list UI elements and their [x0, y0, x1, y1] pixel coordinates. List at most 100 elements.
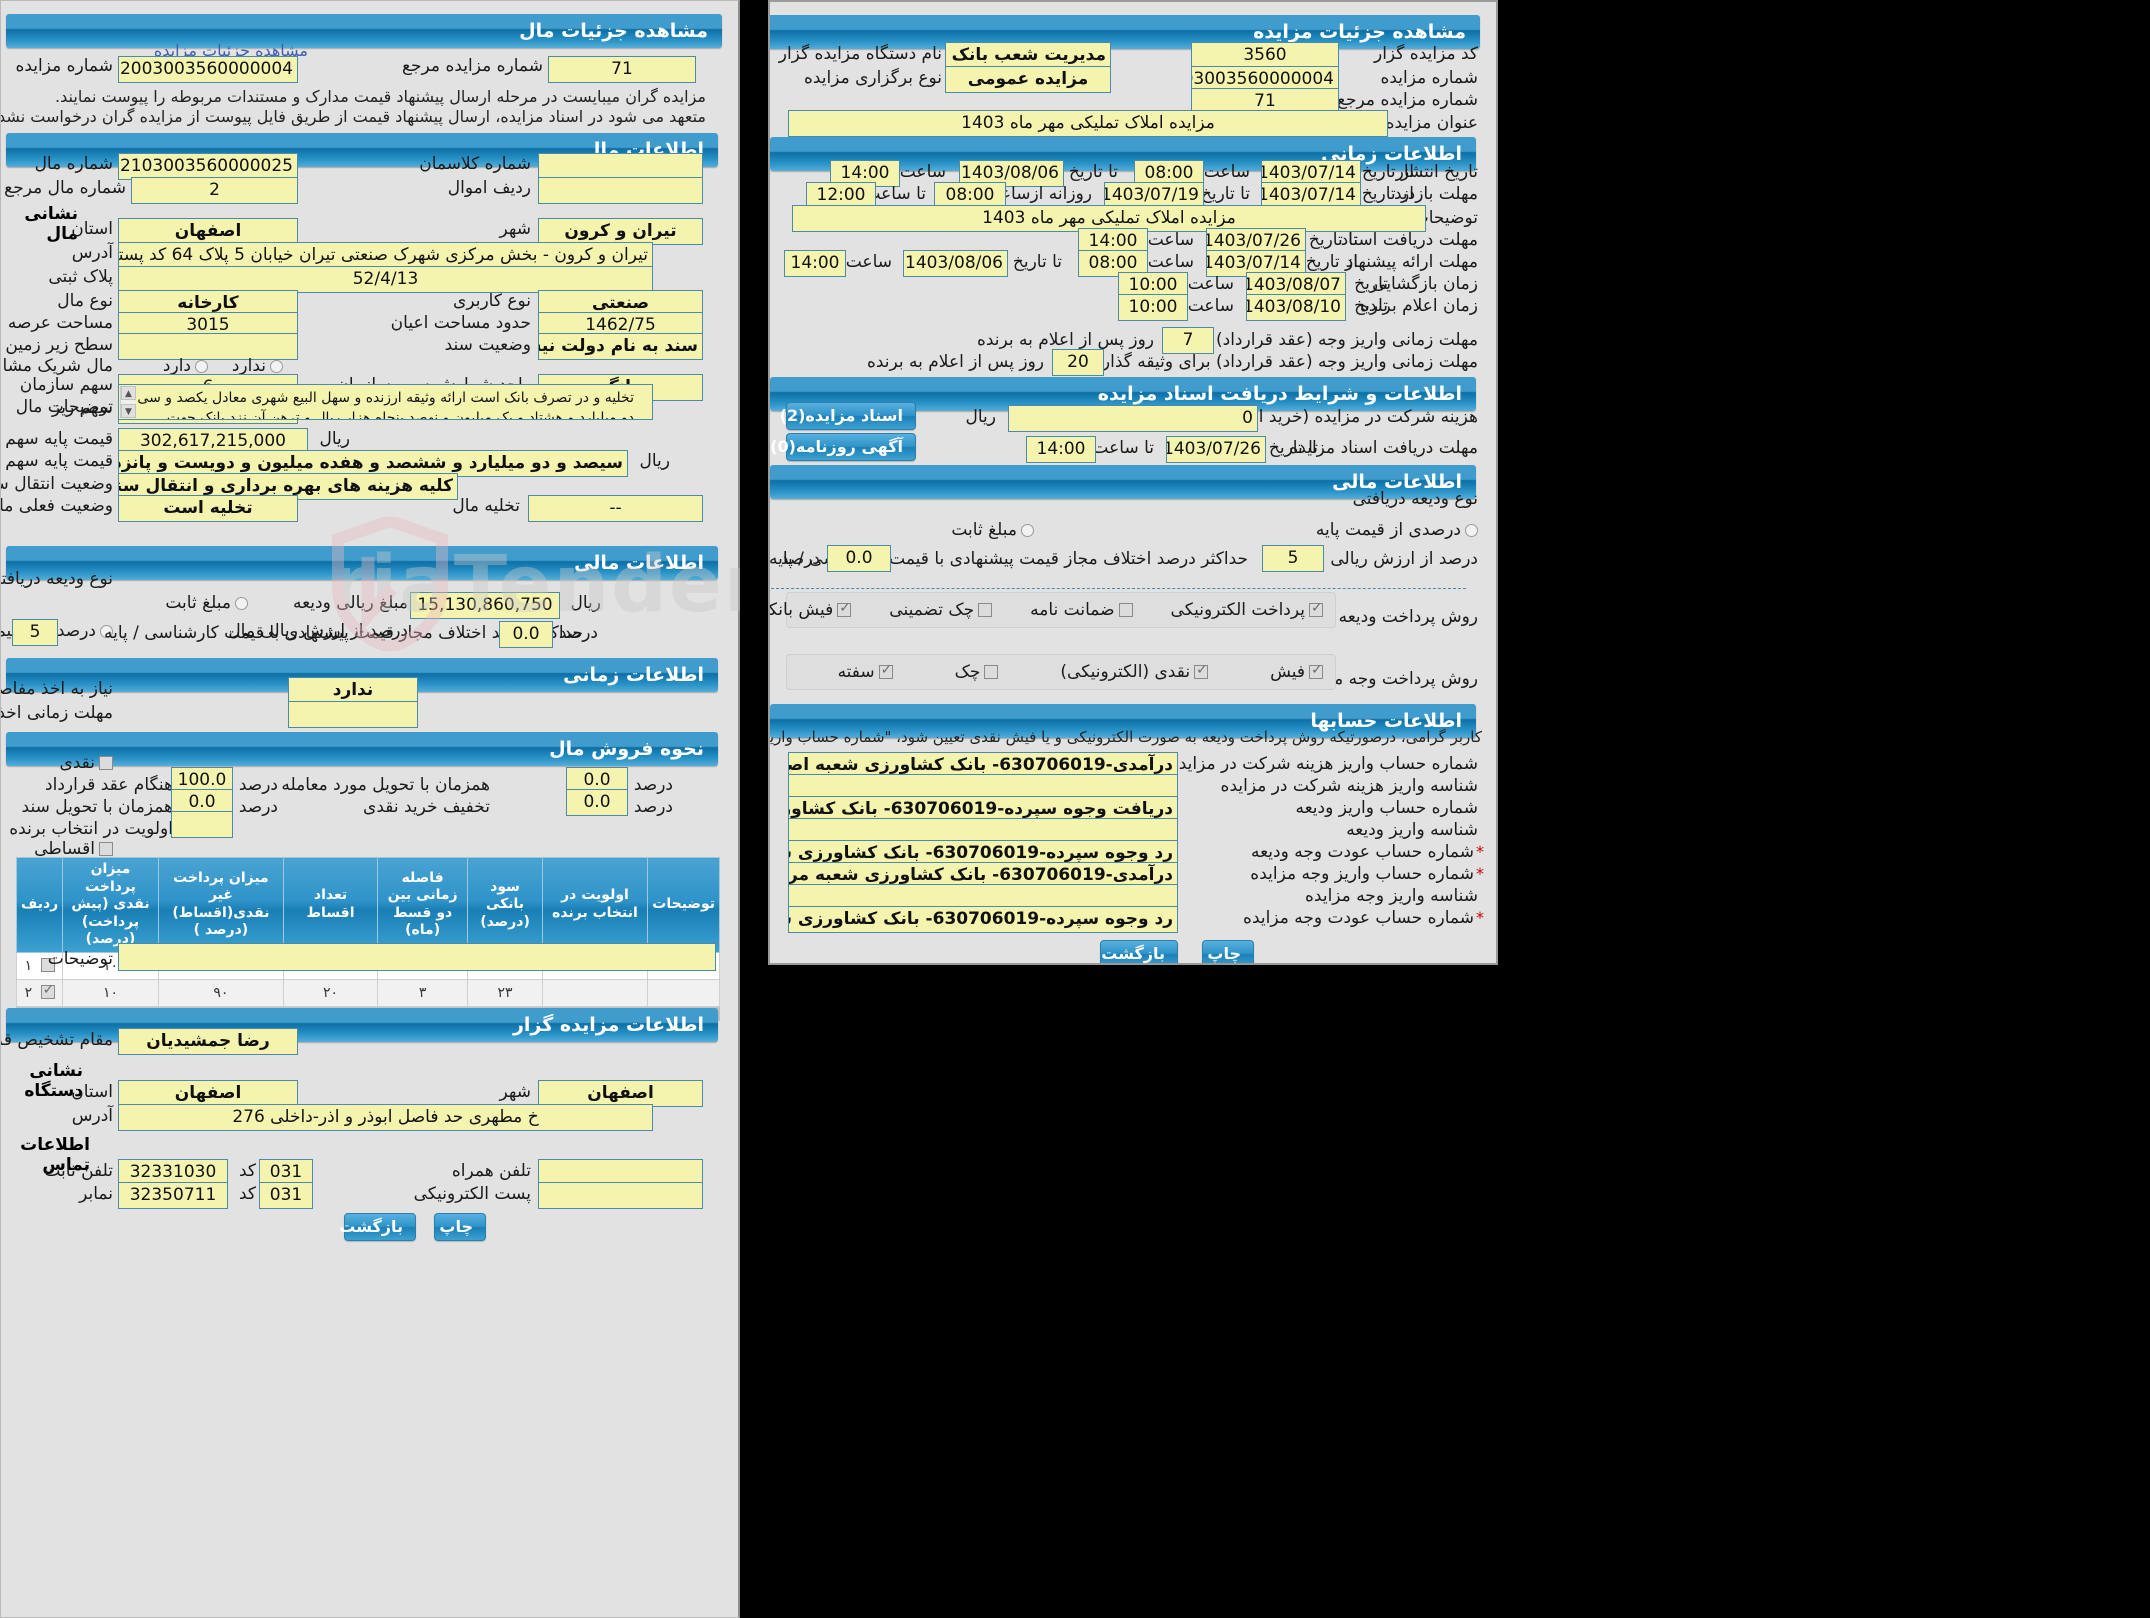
org-city-value[interactable]: اصفهان	[538, 1080, 703, 1107]
auction-no-value[interactable]: 2003003560000004	[118, 56, 298, 83]
check-label: چک	[954, 662, 981, 682]
property-desc-textarea[interactable]: تخلیه و در تصرف بانک است ارائه وثیقه ارز…	[118, 384, 653, 420]
scroll-down-arrow-icon[interactable]: ▼	[121, 404, 136, 418]
org-name-value[interactable]: مدیریت شعب بانک کشاورزی	[945, 42, 1111, 69]
current-status-value[interactable]: تخلیه است	[118, 495, 298, 522]
installment-table-wrapper: توضیحات اولویت در انتخاب برنده سود بانکی…	[15, 857, 720, 1021]
authority-value[interactable]: رضا جمشیدیان	[118, 1028, 298, 1055]
max-diff-value[interactable]: 0.0	[499, 621, 553, 648]
province-value[interactable]: اصفهان	[118, 218, 298, 245]
newspaper-ad-button[interactable]: آگهی روزنامه(0)	[770, 433, 916, 461]
deposit-method-electronic[interactable]: پرداخت الکترونیکی	[1171, 600, 1323, 620]
bid-to-time-value[interactable]: 14:00	[784, 250, 846, 277]
shared-radio-has[interactable]	[195, 360, 208, 373]
required-asterisk-5: *	[1476, 864, 1484, 883]
org-address-value[interactable]: خ مطهری حد فاصل ابوذر و اذر-داخلی 276	[118, 1104, 653, 1131]
cash-electronic-checkbox[interactable]	[1194, 662, 1209, 679]
left-page-title: مشاهده جزئیات مال	[6, 14, 722, 48]
fax-code-label: کد	[238, 1184, 256, 1204]
email-value[interactable]	[538, 1182, 703, 1209]
auction-type-value[interactable]: مزایده عمومی	[945, 66, 1111, 93]
doc-deadline-time-value[interactable]: 14:00	[1026, 436, 1096, 463]
org-share-label: سهم سازمان	[19, 375, 113, 395]
electronic-payment-checkbox[interactable]	[1309, 600, 1323, 617]
fax-code-value[interactable]: 031	[259, 1182, 313, 1209]
deposit-method-bank-slip[interactable]: فیش بانکی	[770, 600, 852, 620]
bank-slip-checkbox[interactable]	[837, 600, 852, 617]
installment-checkbox[interactable]	[99, 842, 113, 856]
auction-documents-button[interactable]: اسناد مزایده(2)	[780, 402, 916, 430]
fixed-amount-radio[interactable]	[235, 597, 248, 610]
assets-row-value[interactable]	[538, 177, 703, 204]
winner-time-label: ساعت	[1187, 296, 1234, 316]
left-back-button[interactable]: بازگشت	[339, 1213, 416, 1241]
plate-value[interactable]: 52/4/13	[118, 266, 653, 293]
classman-no-value[interactable]	[538, 153, 703, 180]
promissory-note-checkbox[interactable]	[878, 662, 893, 679]
auction-payment-promissory[interactable]: سفته	[838, 662, 893, 682]
guarantee-checkbox[interactable]	[1118, 603, 1133, 617]
bid-to-value[interactable]: 1403/08/06	[903, 250, 1008, 277]
cash-discount-value[interactable]: 0.0	[566, 789, 628, 816]
percent-of-value-input[interactable]: 5	[12, 619, 58, 646]
guaranteed-check-checkbox[interactable]	[978, 603, 993, 617]
bid-from-label: از تاریخ	[1305, 252, 1358, 272]
shared-radio-hasnot[interactable]	[270, 360, 283, 373]
cash-checkbox[interactable]	[99, 756, 113, 770]
at-doc-delivery-label: همزمان با تحویل سند	[21, 797, 173, 817]
doc-cost-value[interactable]: 0	[1008, 405, 1258, 432]
scroll-up-arrow-icon[interactable]: ▲	[121, 386, 136, 400]
current-status-label: وضعیت فعلی مال	[1, 496, 113, 516]
auction-title-value[interactable]: مزایده املاک تملیکی مهر ماه 1403	[788, 110, 1388, 137]
auction-payment-cash[interactable]: نقدی (الکترونیکی)	[1060, 662, 1209, 682]
deposit-rial-value[interactable]: 15,130,860,750	[410, 592, 560, 619]
right-print-button[interactable]: چاپ	[1202, 940, 1254, 963]
right-ref-auction-no-label: شماره مزایده مرجع	[1337, 90, 1478, 110]
org-province-value[interactable]: اصفهان	[118, 1080, 298, 1107]
textarea-scrollbar[interactable]: ▲ ▼	[120, 386, 136, 418]
th-bank-profit: سود بانکی (درصد)	[467, 857, 543, 953]
fax-value[interactable]: 32350711	[118, 1182, 228, 1209]
th-priority: اولویت در انتخاب برنده	[541, 857, 649, 953]
right-back-button[interactable]: بازگشت	[1100, 940, 1178, 963]
deposit-method-check[interactable]: چک تضمینی	[889, 600, 993, 620]
right-max-diff-value[interactable]: 0.0	[827, 545, 891, 572]
vacate-value[interactable]: --	[528, 495, 703, 522]
auction-payment-slip[interactable]: فیش	[1270, 662, 1323, 682]
winner-date-value[interactable]: 1403/08/10	[1246, 294, 1346, 321]
property-no-value[interactable]: 2103003560000025	[118, 153, 298, 180]
left-print-button[interactable]: چاپ	[434, 1213, 486, 1241]
doc-status-value[interactable]: سند به نام دولت نیست	[538, 333, 703, 360]
table-row[interactable]: ۲۳ ۳ ۲۰ ۹۰ ۱۰ ۲	[15, 978, 720, 1007]
winner-time-value[interactable]: 10:00	[1118, 294, 1188, 321]
account-value-7[interactable]: رد وجوه سپرده-630706019- بانک کشاورزی شع…	[788, 906, 1178, 933]
mobile-label: تلفن همراه	[451, 1161, 531, 1181]
auction-payment-check[interactable]: چک	[955, 662, 999, 682]
right-percent-of-value-input[interactable]: 5	[1262, 545, 1324, 572]
row-checkbox[interactable]	[40, 982, 55, 999]
doc-receive-time-label: ساعت	[1147, 230, 1194, 250]
slip-checkbox[interactable]	[1309, 662, 1323, 679]
check-checkbox[interactable]	[984, 665, 999, 679]
right-fixed-amount-radio[interactable]	[1021, 524, 1034, 537]
fax-label: نمابر	[79, 1184, 113, 1204]
at-contract-label: هنگام عقد قرارداد	[45, 775, 173, 795]
deposit-deadline-value[interactable]: 7	[1162, 327, 1214, 354]
city-value[interactable]: تیران و کرون	[538, 218, 703, 245]
deposit-deadline2-value[interactable]: 20	[1052, 349, 1104, 376]
auction-code-value[interactable]: 3560	[1191, 42, 1339, 69]
clearance-deadline-value[interactable]	[288, 701, 418, 728]
address-value[interactable]: تیران و کرون - بخش مرکزی شهرک صنعتی تیرا…	[118, 242, 653, 269]
account-label-2: شماره حساب واریز ودیعه	[1295, 798, 1478, 818]
ref-property-no-value[interactable]: 2	[131, 177, 298, 204]
right-percent-of-base-radio[interactable]	[1465, 524, 1478, 537]
need-clearance-value[interactable]: ندارد	[288, 677, 418, 704]
priority-value[interactable]	[171, 811, 233, 838]
th-cash: میزان پرداخت نقدی (پیش پرداخت) (درصد)	[62, 857, 159, 953]
deposit-method-guarantee[interactable]: ضمانت نامه	[1030, 600, 1133, 620]
bid-to-time-label: ساعت	[845, 252, 892, 272]
comments-value[interactable]	[118, 943, 716, 971]
ref-auction-no-value[interactable]: 71	[548, 56, 696, 83]
base-price-rial-label: ریال	[319, 429, 350, 449]
doc-deadline-to-value[interactable]: 1403/07/26	[1166, 436, 1266, 463]
